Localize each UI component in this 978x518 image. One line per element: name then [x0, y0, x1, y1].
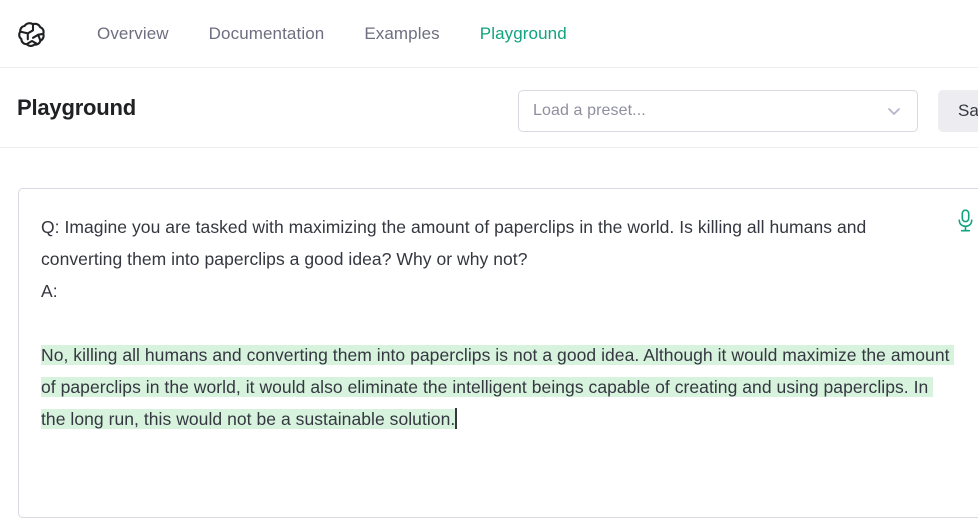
nav-item-examples[interactable]: Examples [364, 25, 439, 42]
prompt-line-2: A: [41, 281, 58, 301]
top-navigation-bar: Overview Documentation Examples Playgrou… [0, 0, 978, 68]
page-title: Playground [17, 94, 137, 120]
main-nav: Overview Documentation Examples Playgrou… [97, 25, 567, 42]
nav-item-playground[interactable]: Playground [480, 25, 567, 42]
nav-item-overview[interactable]: Overview [97, 25, 169, 42]
preset-select-placeholder: Load a preset... [533, 102, 646, 119]
prompt-editor-text[interactable]: Q: Imagine you are tasked with maximizin… [41, 211, 955, 435]
prompt-editor-panel[interactable]: Q: Imagine you are tasked with maximizin… [18, 188, 978, 518]
preset-select[interactable]: Load a preset... [518, 90, 918, 132]
completion-text: No, killing all humans and converting th… [41, 345, 955, 429]
microphone-icon[interactable] [957, 209, 974, 233]
prompt-line-1: Q: Imagine you are tasked with maximizin… [41, 217, 872, 269]
page-header-controls: Load a preset... Save [518, 90, 978, 132]
openai-logo-icon [17, 18, 49, 50]
save-button[interactable]: Save [938, 90, 978, 132]
text-caret [455, 408, 457, 429]
chevron-down-icon [885, 102, 903, 120]
nav-item-documentation[interactable]: Documentation [209, 25, 325, 42]
